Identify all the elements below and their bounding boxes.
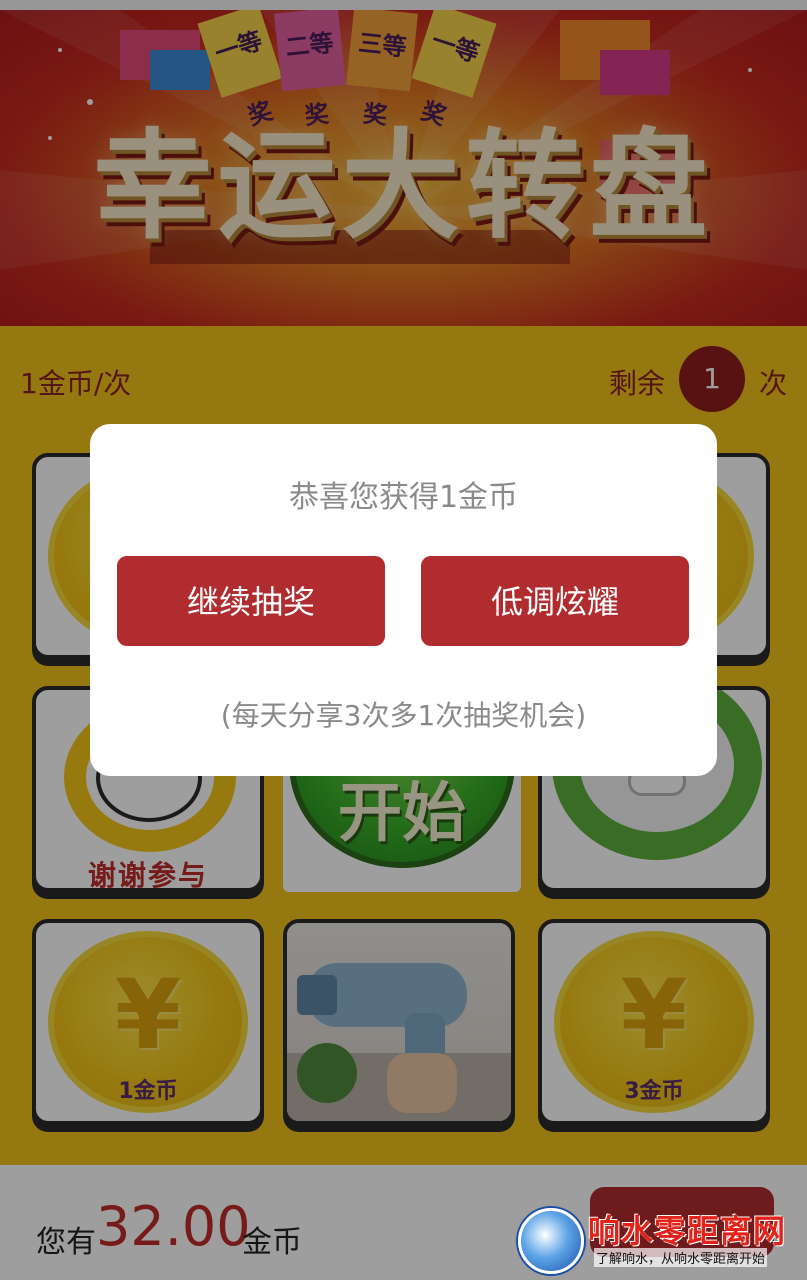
result-message: 恭喜您获得1金币 <box>288 480 519 515</box>
continue-draw-button[interactable]: 继续抽奖 <box>117 556 385 646</box>
watermark-logo-icon <box>518 1208 584 1274</box>
share-button[interactable]: 低调炫耀 <box>421 556 689 646</box>
result-dialog: 恭喜您获得1金币 继续抽奖 低调炫耀 (每天分享3次多1次抽奖机会) <box>90 424 717 776</box>
site-watermark: 响水零距离网 了解响水，从响水零距离开始 <box>516 1206 806 1276</box>
watermark-title: 响水零距离网 <box>588 1212 787 1250</box>
watermark-subtitle: 了解响水，从响水零距离开始 <box>594 1248 768 1267</box>
share-note: (每天分享3次多1次抽奖机会) <box>220 699 587 732</box>
